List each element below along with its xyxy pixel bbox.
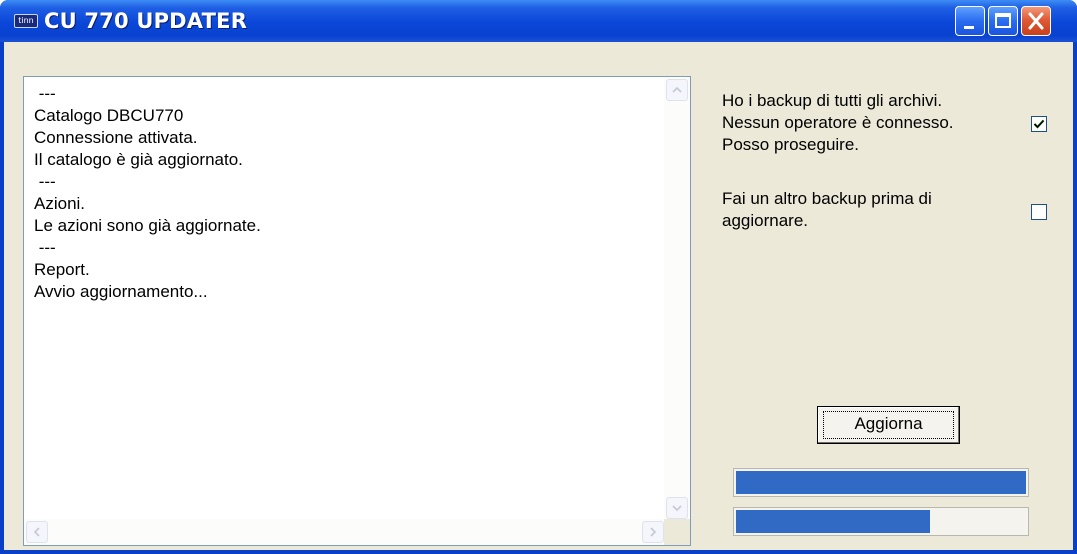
title-bar[interactable]: tinn CU 770 UPDATER xyxy=(0,0,1077,42)
log-line: Le azioni sono già aggiornate. xyxy=(34,216,261,235)
focus-rect xyxy=(823,411,954,439)
minimize-icon xyxy=(964,26,974,29)
horizontal-scrollbar[interactable] xyxy=(24,519,666,545)
backup-confirm-line: Nessun operatore è connesso. xyxy=(722,113,954,132)
log-line: Catalogo DBCU770 xyxy=(34,106,184,125)
chevron-up-icon xyxy=(672,86,682,93)
log-line: Azioni. xyxy=(34,194,86,213)
log-line: Connessione attivata. xyxy=(34,128,198,147)
app-window: tinn CU 770 UPDATER --- Catalogo DBCU770… xyxy=(0,0,1077,554)
chevron-down-icon xyxy=(672,505,682,512)
checkmark-icon xyxy=(1033,119,1045,129)
current-progress-bar xyxy=(733,507,1029,536)
scroll-up-button[interactable] xyxy=(666,79,688,101)
window-title: CU 770 UPDATER xyxy=(44,9,248,33)
backup-confirm-checkbox[interactable] xyxy=(1031,116,1047,132)
extra-backup-checkbox[interactable] xyxy=(1031,204,1047,220)
client-area: --- Catalogo DBCU770 Connessione attivat… xyxy=(4,42,1073,550)
maximize-button[interactable] xyxy=(988,6,1018,36)
extra-backup-label: Fai un altro backup prima di aggiornare. xyxy=(722,188,1022,232)
scroll-left-button[interactable] xyxy=(26,521,48,543)
close-icon xyxy=(1028,12,1044,30)
app-icon: tinn xyxy=(14,14,38,28)
close-button[interactable] xyxy=(1021,6,1051,36)
overall-progress-bar xyxy=(733,468,1029,497)
extra-backup-line: Fai un altro backup prima di xyxy=(722,189,932,208)
overall-progress-fill xyxy=(736,471,1026,494)
chevron-right-icon xyxy=(650,527,657,537)
log-line: --- xyxy=(34,172,56,191)
log-line: Avvio aggiornamento... xyxy=(34,282,208,301)
backup-confirm-line: Ho i backup di tutti gli archivi. xyxy=(722,91,943,110)
update-button[interactable]: Aggiorna xyxy=(817,406,960,444)
vertical-scrollbar[interactable] xyxy=(664,77,690,521)
log-line: Report. xyxy=(34,260,90,279)
log-line: Il catalogo è già aggiornato. xyxy=(34,150,243,169)
scroll-down-button[interactable] xyxy=(666,497,688,519)
minimize-button[interactable] xyxy=(955,6,985,36)
backup-confirm-label: Ho i backup di tutti gli archivi. Nessun… xyxy=(722,90,1042,156)
scrollbar-corner xyxy=(664,519,690,545)
extra-backup-line: aggiornare. xyxy=(722,211,809,230)
maximize-icon xyxy=(995,13,1011,28)
log-line: --- xyxy=(34,84,56,103)
current-progress-fill xyxy=(736,510,930,533)
log-line: --- xyxy=(34,238,56,257)
log-textbox[interactable]: --- Catalogo DBCU770 Connessione attivat… xyxy=(23,76,691,546)
log-lines: --- Catalogo DBCU770 Connessione attivat… xyxy=(34,83,662,303)
scroll-right-button[interactable] xyxy=(642,521,664,543)
chevron-left-icon xyxy=(33,527,40,537)
backup-confirm-line: Posso proseguire. xyxy=(722,135,860,154)
